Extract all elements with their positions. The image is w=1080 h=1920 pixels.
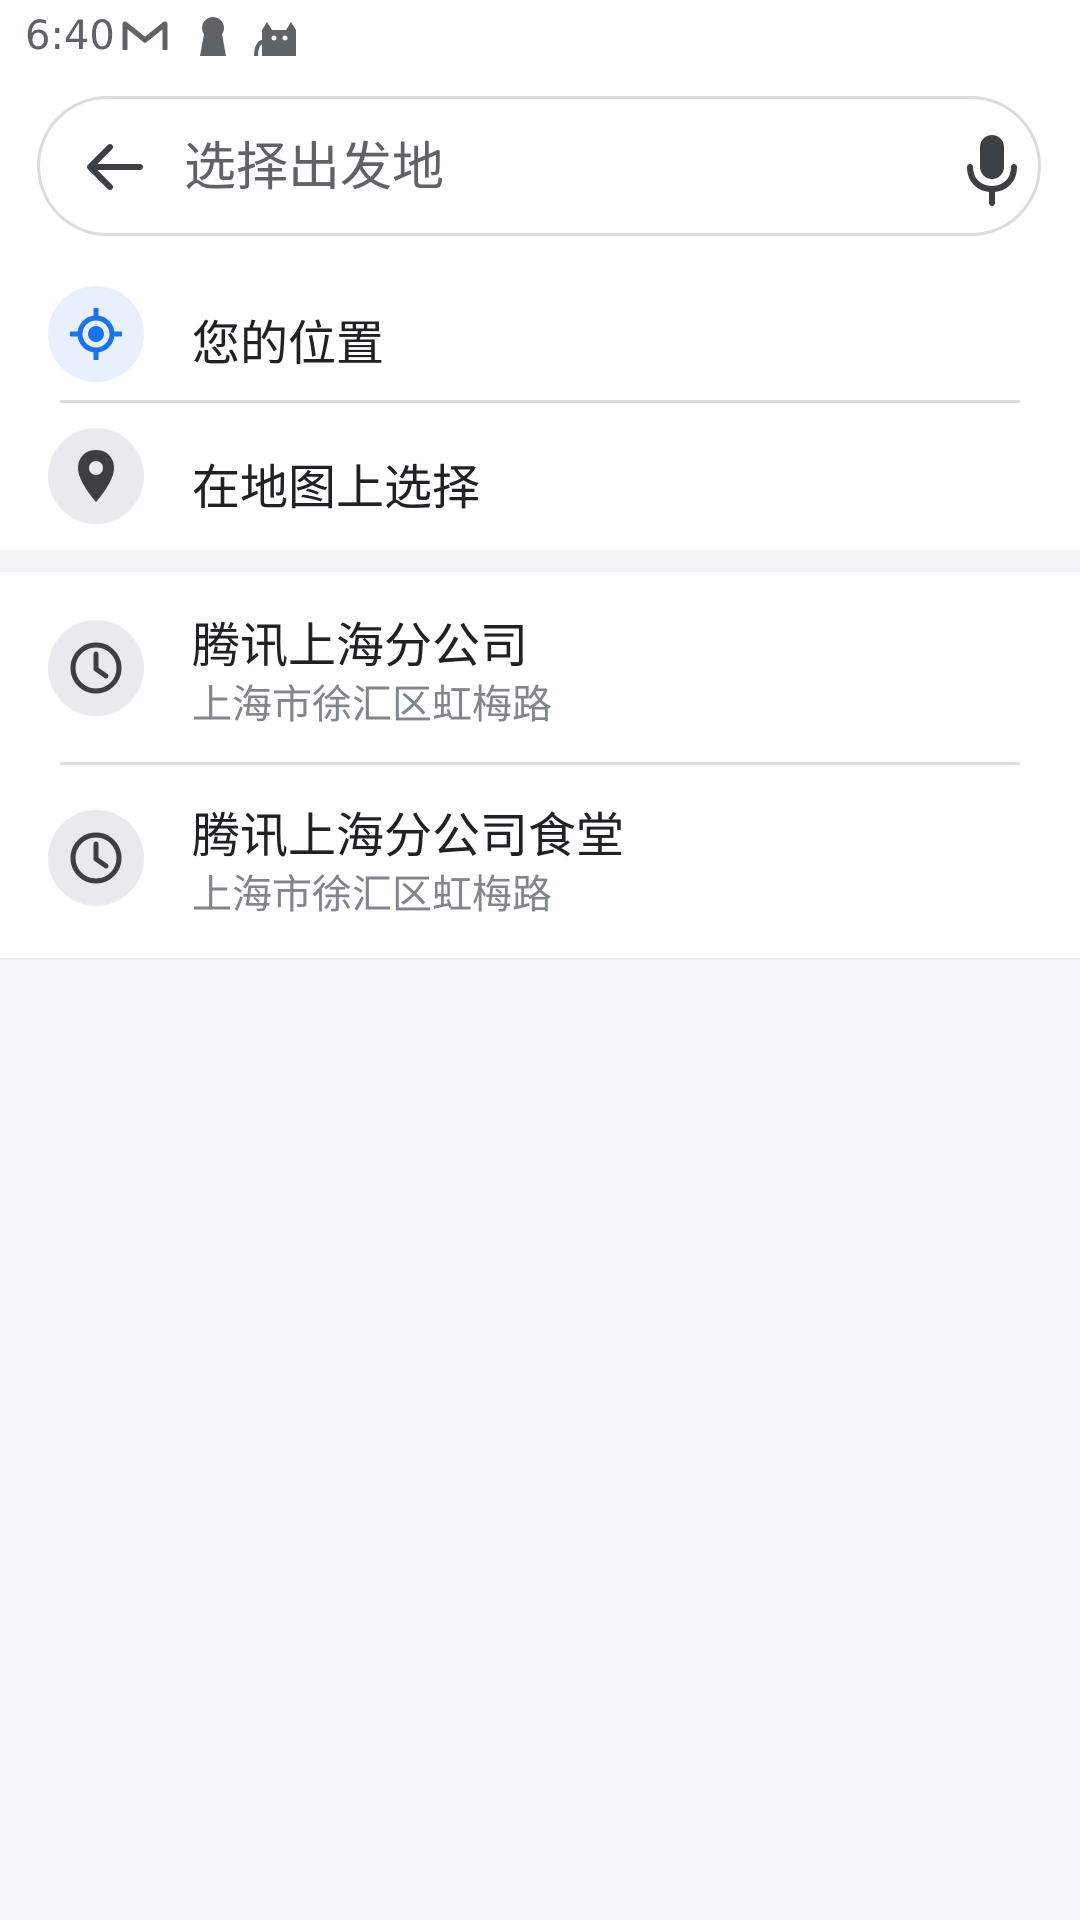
mic-icon <box>967 135 1017 206</box>
recent-place-item[interactable]: 腾讯上海分公司 上海市徐汇区虹梅路 <box>0 572 1080 764</box>
place-title: 腾讯上海分公司食堂 <box>192 808 625 864</box>
your-location-option[interactable]: 您的位置 <box>0 264 1080 406</box>
section-separator <box>0 550 1080 572</box>
origin-search-input[interactable] <box>182 125 926 211</box>
voice-search-button[interactable] <box>952 129 1032 209</box>
origin-picker-panel: 您的位置 在地图上选择 <box>0 78 1080 550</box>
cat-icon <box>252 12 302 60</box>
status-bar: 6:40 <box>0 0 1080 78</box>
option-label: 在地图上选择 <box>192 460 481 516</box>
place-address: 上海市徐汇区虹梅路 <box>192 682 552 728</box>
divider <box>60 762 1020 765</box>
choose-on-map-option[interactable]: 在地图上选择 <box>0 406 1080 550</box>
option-label: 您的位置 <box>192 316 385 372</box>
search-bar <box>37 96 1041 236</box>
map-pin-icon <box>48 428 144 524</box>
recent-places-list: 腾讯上海分公司 上海市徐汇区虹梅路 腾讯上海分公司食堂 上海市徐汇区虹梅路 <box>0 572 1080 960</box>
keyhole-icon <box>188 12 238 60</box>
arrow-back-icon <box>87 144 143 190</box>
back-button[interactable] <box>80 133 148 201</box>
gmail-icon <box>120 12 170 60</box>
history-clock-icon <box>48 810 144 906</box>
recent-place-item[interactable]: 腾讯上海分公司食堂 上海市徐汇区虹梅路 <box>0 766 1080 956</box>
status-time: 6:40 <box>25 13 115 59</box>
my-location-icon <box>48 286 144 382</box>
place-title: 腾讯上海分公司 <box>192 618 529 674</box>
place-address: 上海市徐汇区虹梅路 <box>192 872 552 918</box>
divider <box>60 400 1020 403</box>
empty-content-area <box>0 960 1080 1920</box>
history-clock-icon <box>48 620 144 716</box>
